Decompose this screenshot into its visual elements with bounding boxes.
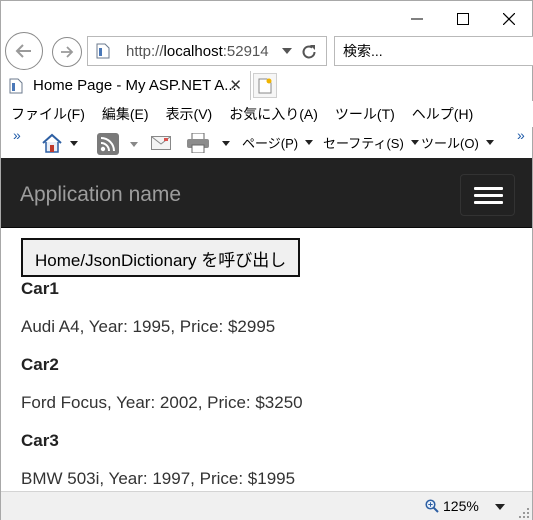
car-name: Car1	[21, 279, 59, 298]
chevron-down-icon	[305, 140, 314, 145]
chevron-down-icon	[485, 140, 494, 145]
car-name: Car2	[21, 355, 59, 374]
tab-home-page[interactable]: Home Page - My ASP.NET A... ✕	[1, 71, 251, 100]
search-placeholder: 検索...	[343, 43, 383, 59]
home-icon	[42, 133, 62, 153]
home-button[interactable]	[41, 133, 78, 153]
menu-favorites[interactable]: お気に入り(A)	[229, 104, 318, 124]
new-tab-icon	[258, 78, 272, 93]
print-button[interactable]	[186, 133, 230, 153]
navigation-bar: http://localhost:52914 検索...	[1, 32, 533, 70]
zoom-level: 125%	[443, 498, 479, 514]
rss-feed-icon	[97, 133, 119, 155]
resize-grip-icon[interactable]	[519, 508, 529, 518]
page-menu-label: ページ(P)	[242, 136, 299, 151]
zoom-icon	[425, 499, 439, 513]
close-icon	[503, 13, 515, 25]
hamburger-icon	[474, 194, 503, 197]
forward-arrow-icon	[61, 46, 74, 58]
minimize-icon	[411, 18, 423, 20]
menu-help[interactable]: ヘルプ(H)	[412, 104, 473, 124]
url-host: localhost	[163, 42, 223, 60]
tools-menu-button[interactable]: ツール(O)	[421, 133, 494, 152]
feeds-button[interactable]	[97, 133, 138, 155]
read-mail-button[interactable]	[151, 136, 171, 150]
forward-button[interactable]	[52, 37, 82, 67]
car-description: Audi A4, Year: 1995, Price: $2995	[21, 317, 276, 336]
hamburger-icon	[474, 201, 503, 204]
navbar-toggle-button[interactable]	[460, 174, 515, 216]
menu-view[interactable]: 表示(V)	[166, 104, 213, 124]
safety-menu-button[interactable]: セーフティ(S)	[323, 133, 419, 152]
car-entry: Car3 BMW 503i, Year: 1997, Price: $1995	[21, 431, 521, 489]
zoom-control[interactable]: 125%	[425, 498, 479, 514]
url-scheme: http://	[126, 42, 164, 60]
print-dropdown-icon[interactable]	[222, 140, 230, 146]
printer-icon	[187, 133, 209, 153]
car-description: Ford Focus, Year: 2002, Price: $3250	[21, 393, 303, 412]
search-input[interactable]: 検索...	[334, 36, 533, 66]
command-bar-chevron-right[interactable]: »	[517, 127, 525, 143]
zoom-dropdown-icon[interactable]	[495, 504, 505, 510]
home-dropdown-icon[interactable]	[70, 140, 78, 146]
maximize-icon	[457, 13, 469, 25]
menu-edit[interactable]: 編集(E)	[102, 104, 149, 124]
tab-title: Home Page - My ASP.NET A...	[33, 77, 237, 94]
feeds-dropdown-icon[interactable]	[130, 141, 138, 147]
tab-strip: Home Page - My ASP.NET A... ✕	[1, 71, 533, 100]
back-arrow-icon	[15, 44, 31, 58]
menu-tools[interactable]: ツール(T)	[335, 104, 395, 124]
call-json-dictionary-button[interactable]: Home/JsonDictionary を呼び出し	[21, 238, 301, 277]
tools-menu-label: ツール(O)	[421, 136, 479, 151]
page-icon	[9, 78, 23, 93]
command-bar: » ページ(P) セーフティ(S) ツール(O) »	[1, 127, 533, 157]
hamburger-icon	[474, 187, 503, 190]
status-bar: 125%	[1, 491, 532, 520]
new-tab-button[interactable]	[253, 73, 277, 98]
mail-icon	[151, 136, 171, 150]
chevron-down-icon	[410, 140, 419, 145]
page-icon	[96, 43, 110, 59]
command-bar-chevron-left[interactable]: »	[13, 127, 21, 143]
site-navbar: Application name	[1, 158, 532, 228]
car-name: Car3	[21, 431, 59, 450]
tab-close-icon[interactable]: ✕	[229, 76, 242, 94]
url-port: :52914	[222, 42, 269, 60]
car-entry: Car1 Audi A4, Year: 1995, Price: $2995	[21, 279, 521, 337]
menu-file[interactable]: ファイル(F)	[11, 104, 85, 124]
page-content: Home/JsonDictionary を呼び出し Car1 Audi A4, …	[21, 238, 521, 489]
refresh-icon[interactable]	[300, 43, 318, 61]
safety-menu-label: セーフティ(S)	[323, 136, 404, 151]
address-bar[interactable]: http://localhost:52914	[87, 36, 327, 66]
browser-window: http://localhost:52914 検索... Home Page -…	[0, 0, 533, 520]
page-menu-button[interactable]: ページ(P)	[242, 133, 314, 152]
menu-bar: ファイル(F) 編集(E) 表示(V) お気に入り(A) ツール(T) ヘルプ(…	[1, 101, 533, 127]
page-viewport: Application name Home/JsonDictionary を呼び…	[1, 158, 532, 491]
car-description: BMW 503i, Year: 1997, Price: $1995	[21, 469, 296, 488]
address-url: http://localhost:52914	[126, 43, 269, 60]
car-entry: Car2 Ford Focus, Year: 2002, Price: $325…	[21, 355, 521, 413]
address-dropdown-icon[interactable]	[282, 48, 292, 54]
back-button[interactable]	[5, 32, 43, 70]
site-brand-link[interactable]: Application name	[20, 183, 181, 207]
